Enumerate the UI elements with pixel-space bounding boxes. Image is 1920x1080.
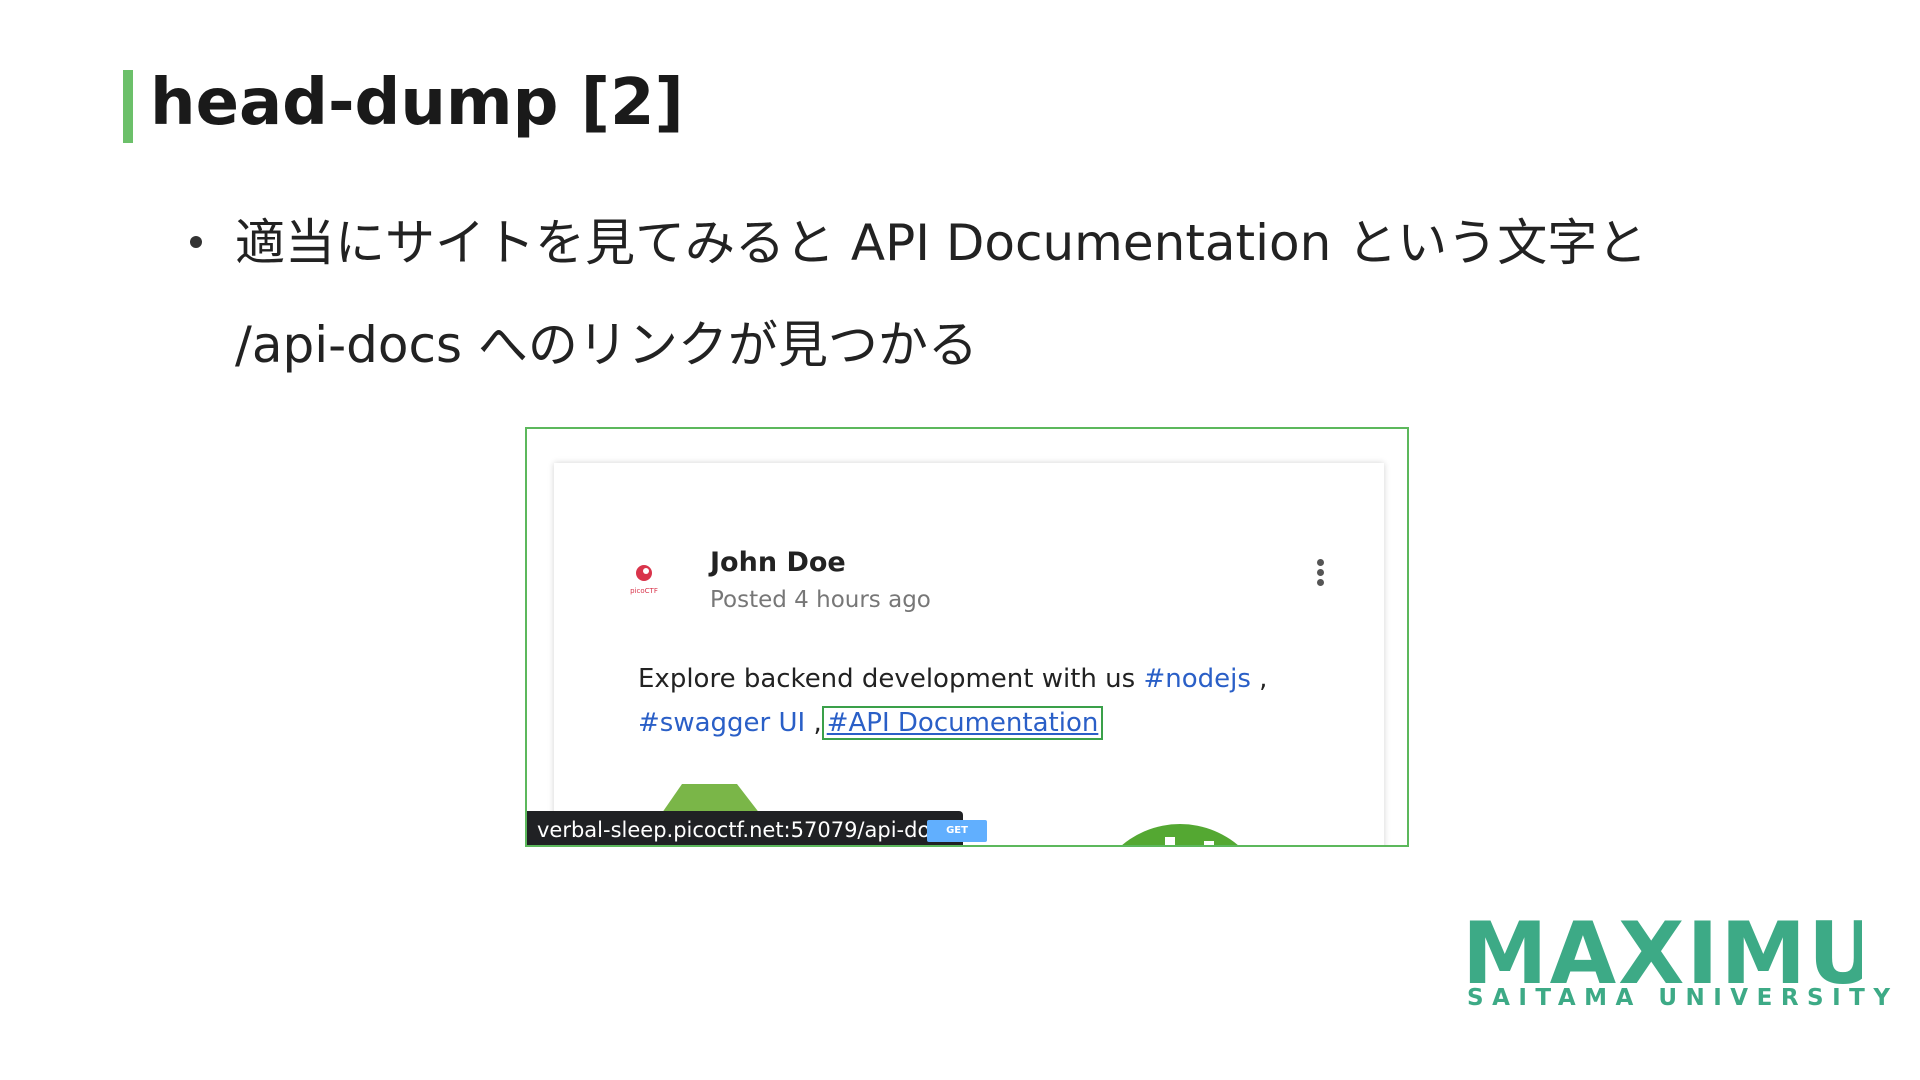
get-method-badge: GET (927, 820, 987, 842)
bullet-dot (190, 236, 202, 248)
logo-subtitle: SAITAMA UNIVERSITY (1467, 985, 1899, 1011)
bullet-text-line-2: /api-docs へのリンクが見つかる (235, 316, 978, 374)
slide-title: head-dump [2] (150, 66, 684, 140)
decorative-graphics (639, 784, 1238, 845)
green-circle-shape (1122, 824, 1238, 845)
link-hover-status-bar: verbal-sleep.picoctf.net:57079/api-docs (527, 811, 963, 845)
website-screenshot: picoCTF John Doe Posted 4 hours ago Expl… (525, 427, 1409, 847)
bullet-text-line-1: 適当にサイトを見てみると API Documentation という文字と (235, 214, 1648, 272)
title-accent-bar (123, 70, 133, 143)
